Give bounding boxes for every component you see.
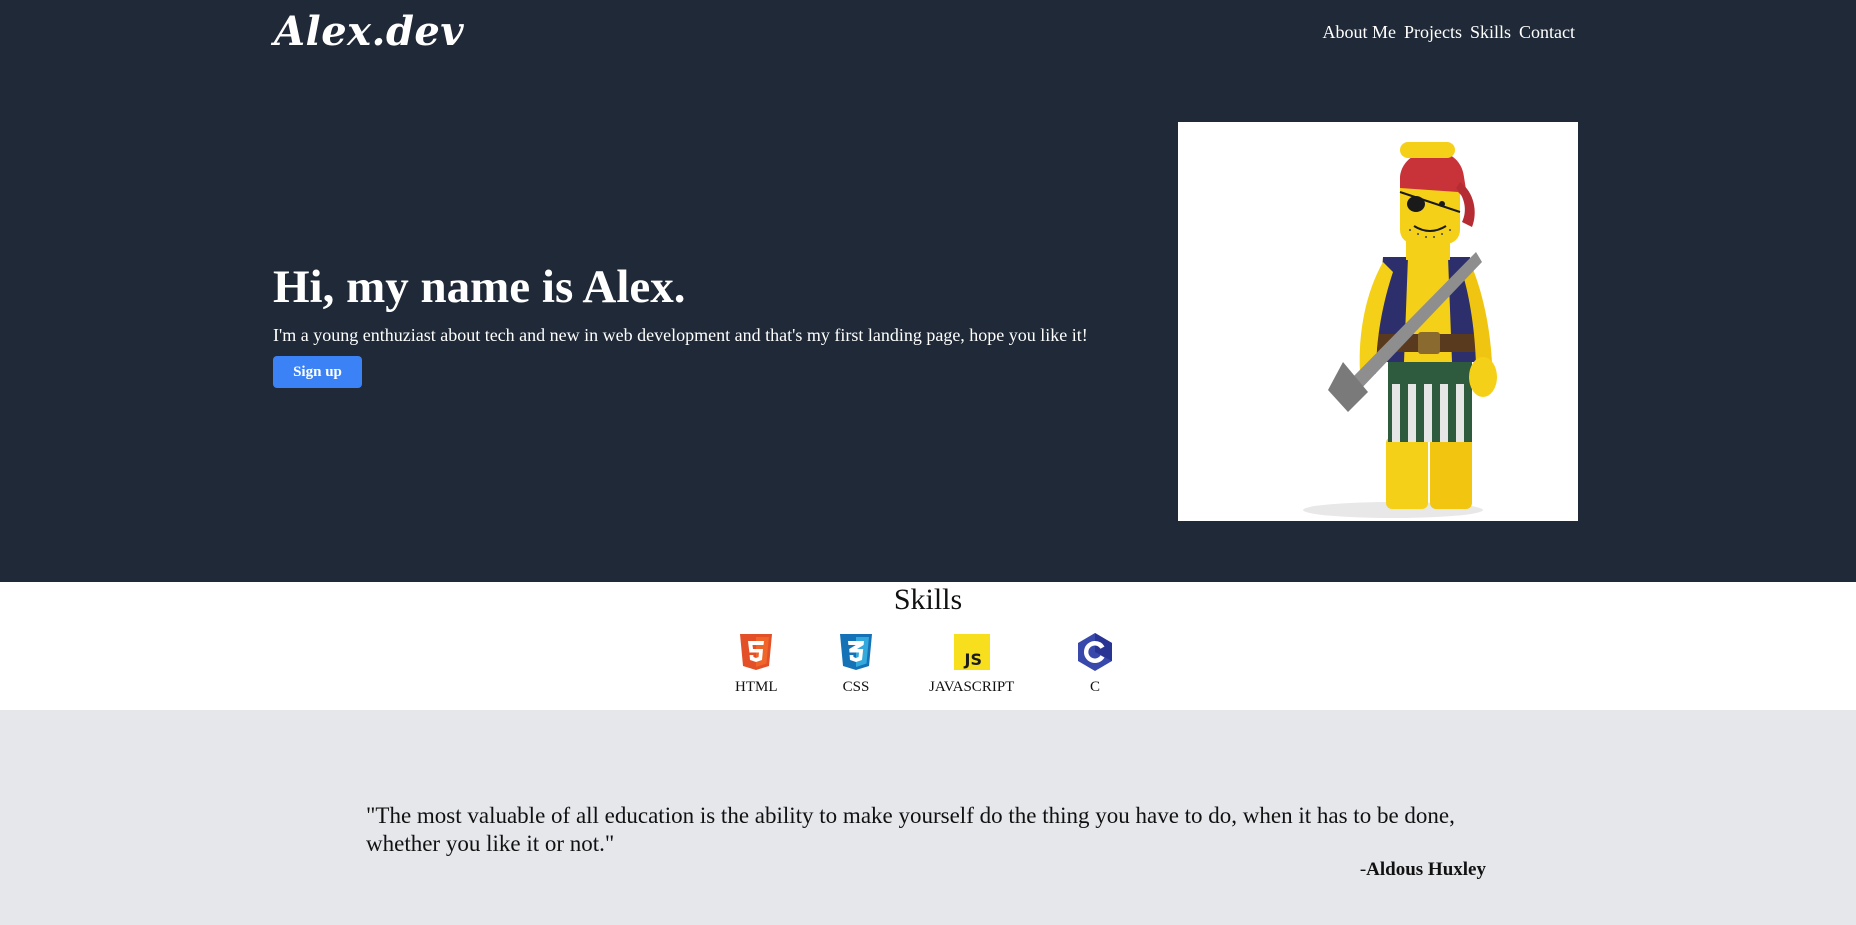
skill-javascript: JS JAVASCRIPT [929, 632, 1014, 696]
site-logo[interactable]: Alex.dev [274, 6, 464, 58]
html5-icon [740, 634, 773, 670]
main-nav: About Me Projects Skills Contact [1322, 20, 1575, 44]
quote-section: "The most valuable of all education is t… [0, 710, 1856, 925]
skills-section: Skills HTML CSS JS JAVASCRIPT C [0, 582, 1856, 710]
skill-label: HTML [735, 679, 778, 695]
skill-css: CSS [836, 632, 876, 696]
skill-html: HTML [735, 632, 778, 696]
svg-text:JS: JS [963, 650, 981, 669]
skill-label: C [1089, 679, 1100, 695]
skill-label: JAVASCRIPT [929, 679, 1015, 695]
sign-up-button[interactable]: Sign up [273, 356, 362, 388]
hero-subtitle: I'm a young enthuziast about tech and ne… [273, 325, 1088, 345]
nav-link-projects[interactable]: Projects [1404, 20, 1462, 44]
skill-c: C [1075, 632, 1115, 696]
hero-title: Hi, my name is Alex. [273, 261, 686, 313]
nav-link-contact[interactable]: Contact [1519, 20, 1575, 44]
nav-link-skills[interactable]: Skills [1470, 20, 1511, 44]
nav-link-about-me[interactable]: About Me [1322, 20, 1396, 44]
skills-heading: Skills [893, 583, 963, 616]
skill-label: CSS [842, 679, 870, 695]
css3-icon [840, 634, 872, 670]
lego-pirate-image [1178, 122, 1578, 521]
quote-author-name: Aldous Huxley [1366, 859, 1486, 880]
quote-author: -Aldous Huxley [1360, 858, 1486, 882]
javascript-icon: JS [953, 634, 990, 670]
c-language-icon [1078, 633, 1112, 671]
hero-image [1178, 122, 1578, 521]
quote-text: "The most valuable of all education is t… [366, 803, 1455, 856]
hero-section: Alex.dev About Me Projects Skills Contac… [0, 0, 1856, 582]
